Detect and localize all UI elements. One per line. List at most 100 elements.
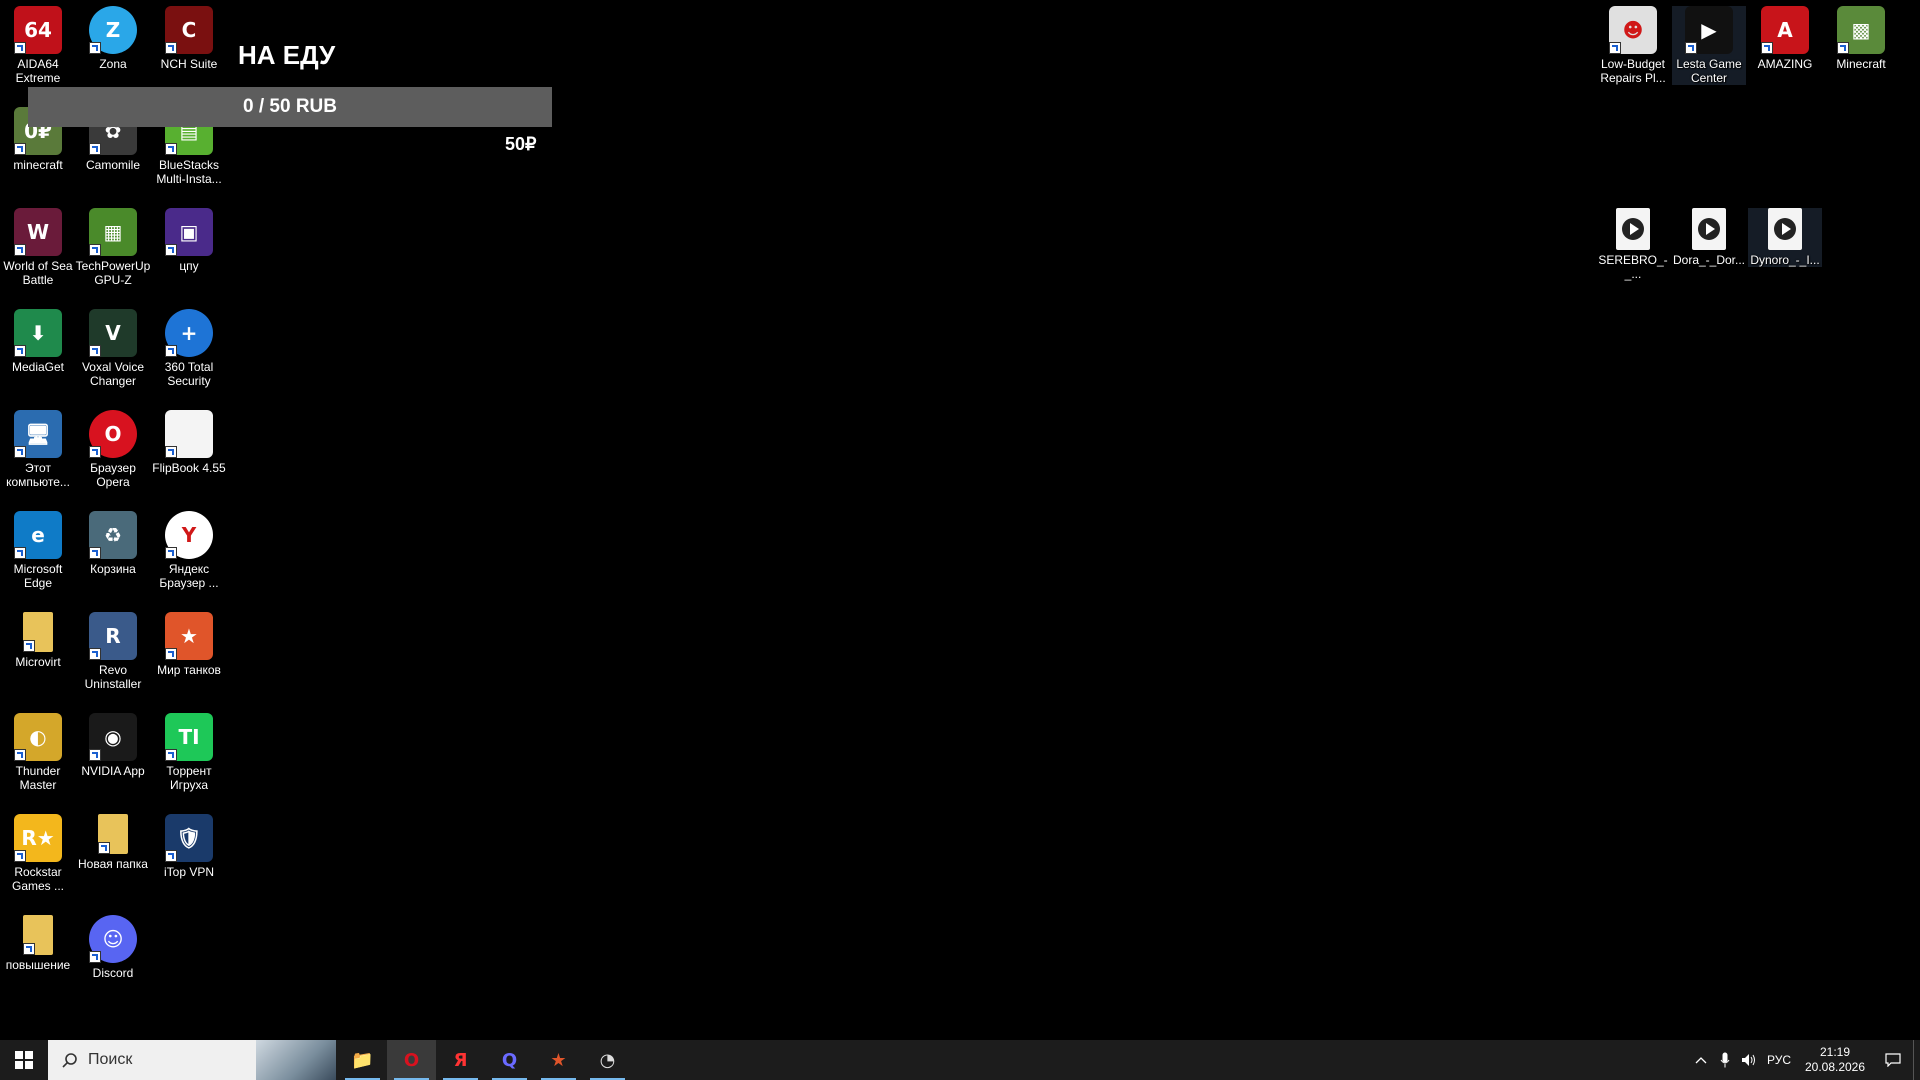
desktop-icon-label: Minecraft <box>1836 57 1886 71</box>
desktop-icon[interactable]: A AMAZING <box>1748 6 1822 71</box>
thunder-master-icon: ◐ <box>14 713 62 761</box>
desktop-icon[interactable]: Dynoro_-_I... <box>1748 208 1822 267</box>
tray-overflow-chevron-icon[interactable] <box>1689 1056 1713 1064</box>
taskbar-app-yandex[interactable]: Я <box>436 1040 485 1080</box>
taskbar-app-app-clock[interactable]: ◔ <box>583 1040 632 1080</box>
input-language[interactable]: РУС <box>1761 1053 1797 1067</box>
desktop-icon[interactable]: Y Яндекс Браузер ... <box>152 511 226 590</box>
recycle-bin-icon: ♻ <box>89 511 137 559</box>
desktop-icon-label: Dora_-_Dor... <box>1672 253 1746 267</box>
file-explorer-icon: 📁 <box>351 1049 374 1071</box>
desktop-icon[interactable]: ◐ Thunder Master <box>1 713 75 792</box>
desktop-icon[interactable]: ▣ цпу <box>152 208 226 273</box>
goal-amount: 50₽ <box>505 134 537 154</box>
desktop-icon[interactable]: R★ Rockstar Games ... <box>1 814 75 893</box>
goal-progress-bar: 0 / 50 RUB <box>28 87 552 127</box>
volume-icon[interactable] <box>1737 1053 1761 1067</box>
desktop-icon-label: BlueStacks Multi-Insta... <box>156 158 222 186</box>
show-desktop-button[interactable] <box>1913 1040 1920 1080</box>
desktop-icon-label: Торрент Игруха <box>166 764 212 792</box>
desktop-icon-label: World of Sea Battle <box>3 259 73 287</box>
desktop-icon-label: Новая папка <box>78 857 148 871</box>
desktop-icon-label: Этот компьюте... <box>6 461 70 489</box>
taskbar-app-file-explorer[interactable]: 📁 <box>338 1040 387 1080</box>
shortcut-arrow-icon <box>165 143 177 155</box>
shortcut-arrow-icon <box>89 648 101 660</box>
desktop-icon[interactable]: ▩ Minecraft <box>1824 6 1898 71</box>
desktop-icon[interactable]: O Браузер Opera <box>76 410 150 489</box>
desktop-icon[interactable]: ◉ NVIDIA App <box>76 713 150 778</box>
taskbar-search-box[interactable]: Поиск <box>48 1040 336 1080</box>
notification-center-icon[interactable] <box>1873 1053 1913 1067</box>
desktop-icon[interactable]: Z Zona <box>76 6 150 71</box>
desktop-icon[interactable]: Microvirt <box>1 612 75 669</box>
desktop-icon[interactable]: TI Торрент Игруха <box>152 713 226 792</box>
desktop-icon-label: minecraft <box>13 158 63 172</box>
desktop-icon[interactable]: ☻ Low-Budget Repairs Pl... <box>1596 6 1670 85</box>
clock[interactable]: 21:19 20.08.2026 <box>1797 1045 1873 1075</box>
discord-icon: ☺ <box>89 915 137 963</box>
aida64-icon: 64 <box>14 6 62 54</box>
desktop-icon-label: Low-Budget Repairs Pl... <box>1600 57 1666 85</box>
desktop-icon[interactable]: ♻ Корзина <box>76 511 150 576</box>
mir-tankov-icon: ★ <box>550 1049 567 1071</box>
desktop-icon[interactable]: ★ Мир танков <box>152 612 226 677</box>
desktop-icon-label: Thunder Master <box>15 764 61 792</box>
desktop-icon[interactable]: +360 Total Security <box>152 309 226 388</box>
taskbar-app-app-q[interactable]: Q <box>485 1040 534 1080</box>
shortcut-arrow-icon <box>89 547 101 559</box>
desktop-icon[interactable]: ▶ Lesta Game Center <box>1672 6 1746 85</box>
opera-icon: O <box>403 1049 420 1071</box>
zona-icon: Z <box>89 6 137 54</box>
desktop-icon-label: FlipBook 4.55 <box>152 461 226 475</box>
microphone-icon[interactable] <box>1713 1052 1737 1068</box>
taskbar: Поиск 📁 O Я Q ★ ◔ РУС 21:19 20.08.2026 <box>0 1040 1920 1080</box>
desktop-icon[interactable]: ☺ Discord <box>76 915 150 980</box>
desktop-icon-label: NCH Suite <box>160 57 218 71</box>
desktop-icon[interactable]: V Voxal Voice Changer <box>76 309 150 388</box>
desktop-icon-label: 360 Total Security <box>164 360 214 388</box>
shortcut-arrow-icon <box>1837 42 1849 54</box>
desktop-icon-label: Мир танков <box>157 663 221 677</box>
taskbar-app-opera[interactable]: O <box>387 1040 436 1080</box>
shortcut-arrow-icon <box>14 42 26 54</box>
desktop-icon[interactable]: 🛡 iTop VPN <box>152 814 226 879</box>
desktop-icon-label: TechPowerUp GPU-Z <box>75 259 151 287</box>
desktop-icon-label: Discord <box>92 966 134 980</box>
desktop-icon[interactable]: Dora_-_Dor... <box>1672 208 1746 267</box>
shortcut-arrow-icon <box>1609 42 1621 54</box>
total-security-icon: + <box>165 309 213 357</box>
shortcut-arrow-icon <box>23 640 35 652</box>
start-button[interactable] <box>0 1040 48 1080</box>
shortcut-arrow-icon <box>89 345 101 357</box>
shortcut-arrow-icon <box>14 547 26 559</box>
yandex-icon: Я <box>453 1049 468 1071</box>
cpu-icon: ▣ <box>165 208 213 256</box>
shortcut-arrow-icon <box>89 244 101 256</box>
desktop-icon[interactable]: 🖥 Этот компьюте... <box>1 410 75 489</box>
app-clock-icon: ◔ <box>599 1049 616 1071</box>
desktop-icon[interactable]: Новая папка <box>76 814 150 871</box>
computer-icon: 🖥 <box>14 410 62 458</box>
desktop-icon[interactable]: SEREBRO_-_... <box>1596 208 1670 281</box>
clock-date: 20.08.2026 <box>1804 1060 1866 1074</box>
desktop-icon-label: Zona <box>99 57 127 71</box>
desktop-icon[interactable]: R Revo Uninstaller <box>76 612 150 691</box>
windows-logo-icon <box>15 1051 33 1069</box>
desktop-icon[interactable]: ⬇ MediaGet <box>1 309 75 374</box>
desktop-icon[interactable]: FlipBook 4.55 <box>152 410 226 475</box>
desktop-icon[interactable]: ▦ TechPowerUp GPU-Z <box>76 208 150 287</box>
desktop-icon[interactable]: C NCH Suite <box>152 6 226 71</box>
shortcut-arrow-icon <box>1761 42 1773 54</box>
desktop-icon-label: Revo Uninstaller <box>84 663 142 691</box>
media-file-icon <box>1768 208 1802 250</box>
taskbar-app-mir-tankov[interactable]: ★ <box>534 1040 583 1080</box>
desktop-icon[interactable]: повышение <box>1 915 75 972</box>
desktop-icon-label: MediaGet <box>11 360 65 374</box>
desktop-icon-label: Rockstar Games ... <box>11 865 64 893</box>
desktop-icon[interactable]: e Microsoft Edge <box>1 511 75 590</box>
desktop-icon[interactable]: 64 AIDA64 Extreme <box>1 6 75 85</box>
shortcut-arrow-icon <box>98 842 110 854</box>
desktop-icon[interactable]: W World of Sea Battle <box>1 208 75 287</box>
shortcut-arrow-icon <box>14 749 26 761</box>
